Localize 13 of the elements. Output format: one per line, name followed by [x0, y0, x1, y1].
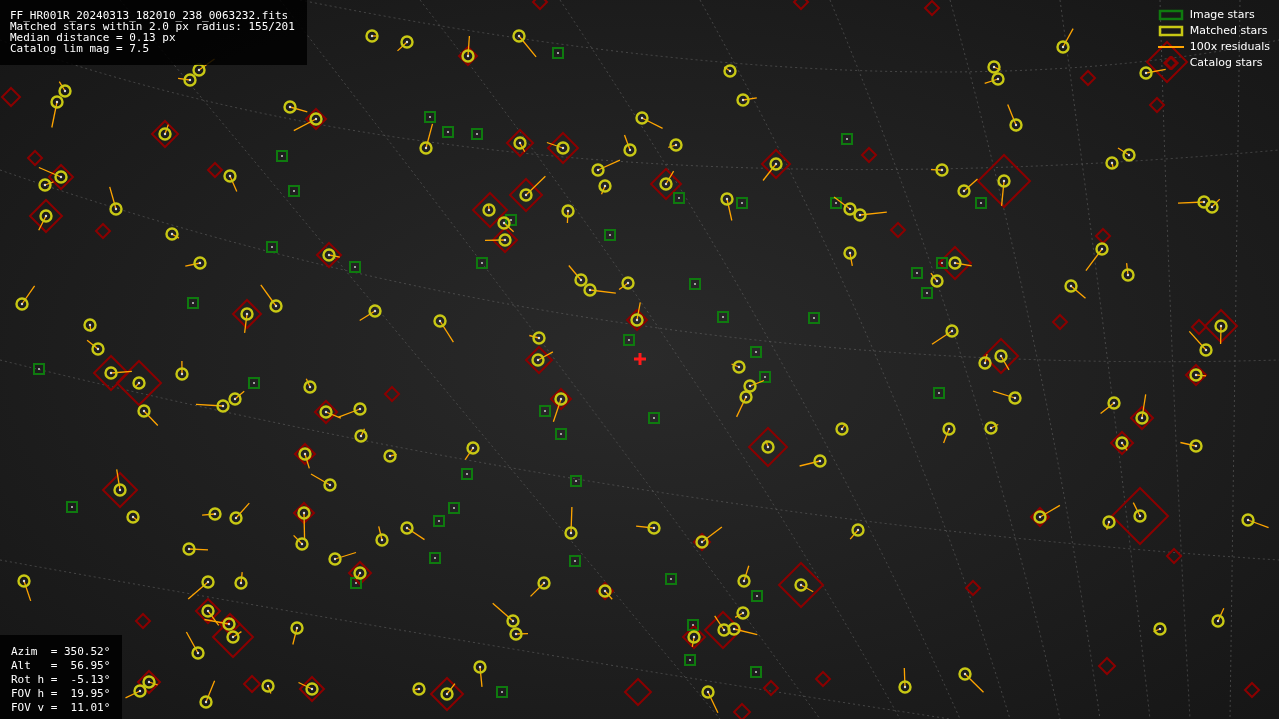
legend-label: Image stars	[1189, 6, 1255, 23]
legend-label: Catalog stars	[1189, 54, 1263, 71]
info-line: Rot h = -5.13°	[11, 673, 111, 687]
legend-label: 100x residuals	[1189, 38, 1270, 55]
info-line: FF_HR001R_20240313_182010_238_0063232.fits	[10, 10, 290, 21]
info-line: Median distance = 0.13 px	[10, 32, 176, 43]
info-line: FOV v = 11.01°	[11, 701, 111, 715]
info-line: Alt = 56.95°	[11, 659, 111, 673]
info-line: Catalog lim mag = 7.5	[10, 43, 151, 54]
info-line: FOV h = 19.95°	[11, 687, 111, 701]
legend-label: Matched stars	[1189, 22, 1268, 39]
info-line: Matched stars within 2.0 px radius: 155/201	[10, 21, 295, 32]
info-line: Azim = 350.52°	[11, 645, 111, 659]
